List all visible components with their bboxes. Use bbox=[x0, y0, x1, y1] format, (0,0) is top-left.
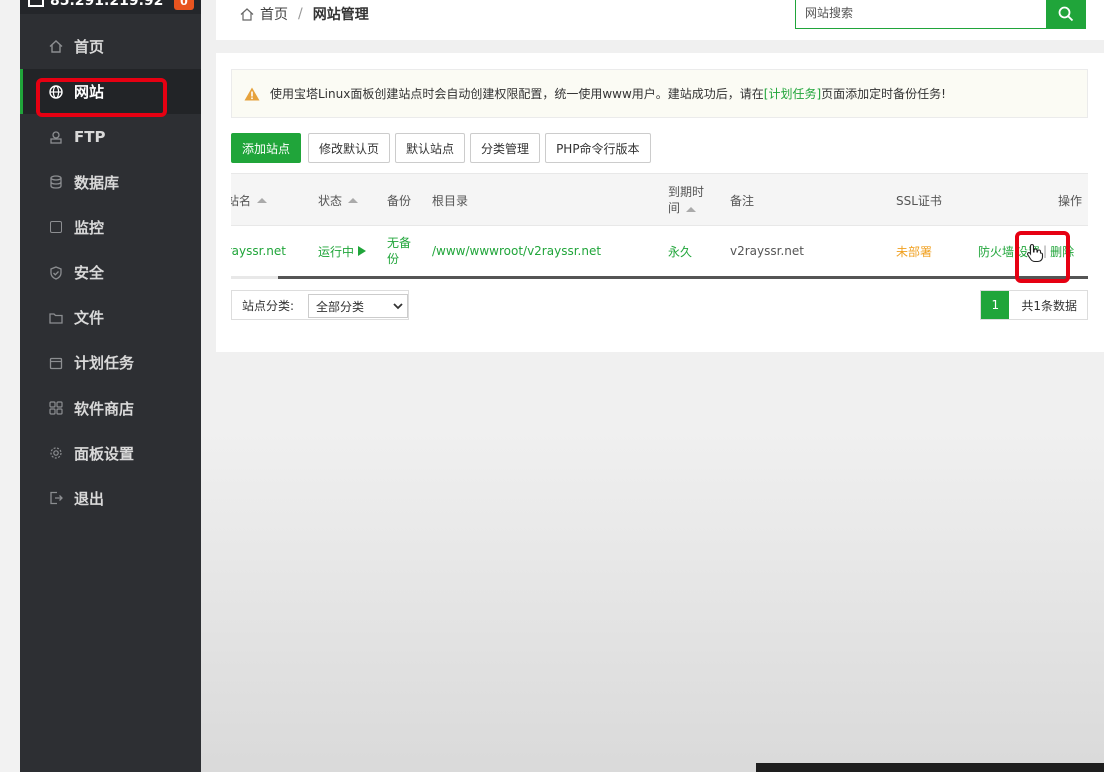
default-site-button[interactable]: 默认站点 bbox=[395, 133, 466, 163]
breadcrumb: 首页 / 网站管理 bbox=[240, 4, 369, 24]
monitor-icon bbox=[48, 219, 64, 235]
category-label: 站点分类: bbox=[242, 298, 295, 313]
table-footer: 站点分类: 全部分类 1 共1条数据 bbox=[231, 290, 1088, 320]
hand-cursor-icon bbox=[1026, 243, 1044, 263]
sidebar-item-security[interactable]: 安全 bbox=[20, 250, 201, 295]
sidebar-item-label: 计划任务 bbox=[74, 354, 135, 373]
category-manage-button[interactable]: 分类管理 bbox=[470, 133, 541, 163]
sidebar-item-label: FTP bbox=[74, 127, 106, 146]
sort-icon bbox=[686, 207, 697, 212]
table-header: 网站名 状态 备份 根目录 到期时 间 备注 SSL证书 操作 bbox=[231, 174, 1088, 226]
total-count: 共1条数据 bbox=[1021, 298, 1077, 313]
php-cli-version-button[interactable]: PHP命令行版本 bbox=[545, 133, 651, 163]
site-expire[interactable]: 永久 bbox=[668, 226, 692, 276]
col-actions: 操作 bbox=[1058, 193, 1083, 208]
site-search-input[interactable]: 网站搜索 bbox=[795, 0, 1047, 29]
notice-text-before: 使用宝塔Linux面板创建站点时会自动创建权限配置，统一使用www用户。建站成功… bbox=[270, 87, 764, 101]
sidebar-item-label: 退出 bbox=[74, 489, 105, 508]
sidebar: 85.291.219.92 0 首页 网站 FTP 数据库 监控 安全 文件 计… bbox=[20, 0, 201, 772]
main-content: 首页 / 网站管理 网站搜索 使用宝塔Linux面板创建站点时会自动创建权限配置… bbox=[201, 0, 1104, 772]
category-select[interactable]: 全部分类 bbox=[308, 294, 408, 318]
update-badge[interactable]: 0 bbox=[174, 0, 194, 10]
sidebar-item-database[interactable]: 数据库 bbox=[20, 160, 201, 205]
add-site-button[interactable]: 添加站点 bbox=[231, 133, 302, 163]
search-button[interactable] bbox=[1046, 0, 1086, 29]
gear-icon bbox=[48, 445, 64, 461]
firewall-link[interactable]: 防火墙 bbox=[978, 243, 1014, 260]
breadcrumb-home[interactable]: 首页 bbox=[260, 4, 288, 24]
apps-icon bbox=[48, 400, 64, 416]
site-status[interactable]: 运行中 bbox=[318, 226, 367, 276]
chevron-down-icon bbox=[393, 303, 403, 310]
warning-icon bbox=[244, 87, 260, 100]
sidebar-item-label: 监控 bbox=[74, 218, 105, 237]
sidebar-item-ftp[interactable]: FTP bbox=[20, 114, 201, 159]
col-remark: 备注 bbox=[730, 193, 755, 208]
notice-text-after: 页面添加定时备份任务! bbox=[821, 87, 946, 101]
play-icon bbox=[358, 246, 367, 256]
sidebar-item-label: 文件 bbox=[74, 309, 105, 328]
sidebar-item-panel-settings[interactable]: 面板设置 bbox=[20, 431, 201, 476]
sort-icon bbox=[257, 197, 268, 203]
calendar-icon bbox=[48, 355, 64, 371]
sidebar-nav: 首页 网站 FTP 数据库 监控 安全 文件 计划任务 软件商店 面板设置 退出 bbox=[20, 24, 201, 521]
site-table: 网站名 状态 备份 根目录 到期时 间 备注 SSL证书 操作 v2rayssr… bbox=[231, 173, 1088, 279]
table-scrollbar[interactable] bbox=[231, 276, 1088, 279]
home-icon bbox=[240, 7, 254, 21]
sidebar-item-website[interactable]: 网站 bbox=[20, 69, 201, 115]
col-expire[interactable]: 到期时 间 bbox=[668, 174, 704, 226]
breadcrumb-current: 网站管理 bbox=[312, 7, 369, 23]
category-filter: 站点分类: 全部分类 bbox=[231, 290, 409, 320]
sidebar-item-label: 面板设置 bbox=[74, 444, 135, 463]
ftp-icon bbox=[48, 129, 64, 145]
home-icon bbox=[48, 39, 64, 55]
pagination: 1 共1条数据 bbox=[980, 290, 1088, 320]
site-backup[interactable]: 无备 份 bbox=[387, 226, 411, 276]
globe-icon bbox=[48, 84, 64, 100]
notice-cron-link[interactable]: [计划任务] bbox=[764, 85, 821, 102]
page-1-button[interactable]: 1 bbox=[981, 291, 1010, 319]
logout-icon bbox=[48, 490, 64, 506]
delete-link[interactable]: 删除 bbox=[1050, 243, 1074, 260]
shield-icon bbox=[48, 265, 64, 281]
table-row: v2rayssr.net 运行中 无备 份 /www/wwwroot/v2ray… bbox=[231, 226, 1088, 276]
sidebar-item-label: 安全 bbox=[74, 264, 105, 283]
breadcrumb-separator: / bbox=[298, 6, 303, 22]
site-root-dir-link[interactable]: /www/wwwroot/v2rayssr.net bbox=[432, 226, 601, 276]
col-root-dir: 根目录 bbox=[432, 193, 469, 208]
col-status[interactable]: 状态 bbox=[318, 174, 359, 226]
edit-default-page-button[interactable]: 修改默认页 bbox=[308, 133, 391, 163]
toolbar: 添加站点 修改默认页 默认站点 分类管理 PHP命令行版本 bbox=[231, 133, 651, 163]
sidebar-item-label: 网站 bbox=[74, 83, 105, 102]
sidebar-item-label: 首页 bbox=[74, 38, 105, 57]
sidebar-item-home[interactable]: 首页 bbox=[20, 24, 201, 69]
sidebar-item-files[interactable]: 文件 bbox=[20, 295, 201, 340]
col-site-name[interactable]: 网站名 bbox=[231, 174, 268, 226]
sidebar-item-label: 数据库 bbox=[74, 173, 120, 192]
server-header: 85.291.219.92 0 bbox=[20, 0, 201, 14]
left-margin bbox=[0, 0, 20, 772]
site-name-link[interactable]: v2rayssr.net bbox=[231, 226, 286, 276]
sidebar-item-app-store[interactable]: 软件商店 bbox=[20, 386, 201, 431]
sidebar-item-cron[interactable]: 计划任务 bbox=[20, 340, 201, 385]
server-ip: 85.291.219.92 bbox=[28, 0, 163, 9]
notice-bar: 使用宝塔Linux面板创建站点时会自动创建权限配置，统一使用www用户。建站成功… bbox=[231, 69, 1088, 118]
folder-icon bbox=[48, 310, 64, 326]
video-overlay-strip bbox=[756, 763, 1104, 772]
site-remark[interactable]: v2rayssr.net bbox=[730, 226, 804, 276]
sidebar-item-label: 软件商店 bbox=[74, 399, 135, 418]
search-icon bbox=[1058, 6, 1074, 21]
site-panel: 使用宝塔Linux面板创建站点时会自动创建权限配置，统一使用www用户。建站成功… bbox=[216, 53, 1104, 352]
database-icon bbox=[48, 174, 64, 190]
sort-icon bbox=[348, 197, 359, 203]
col-ssl: SSL证书 bbox=[896, 193, 942, 208]
top-bar: 首页 / 网站管理 网站搜索 bbox=[216, 0, 1104, 40]
scrollbar-thumb[interactable] bbox=[278, 276, 1088, 279]
site-ssl[interactable]: 未部署 bbox=[896, 226, 932, 276]
col-backup: 备份 bbox=[387, 193, 412, 208]
sidebar-item-logout[interactable]: 退出 bbox=[20, 476, 201, 521]
sidebar-item-monitor[interactable]: 监控 bbox=[20, 205, 201, 250]
monitor-icon bbox=[28, 0, 44, 7]
